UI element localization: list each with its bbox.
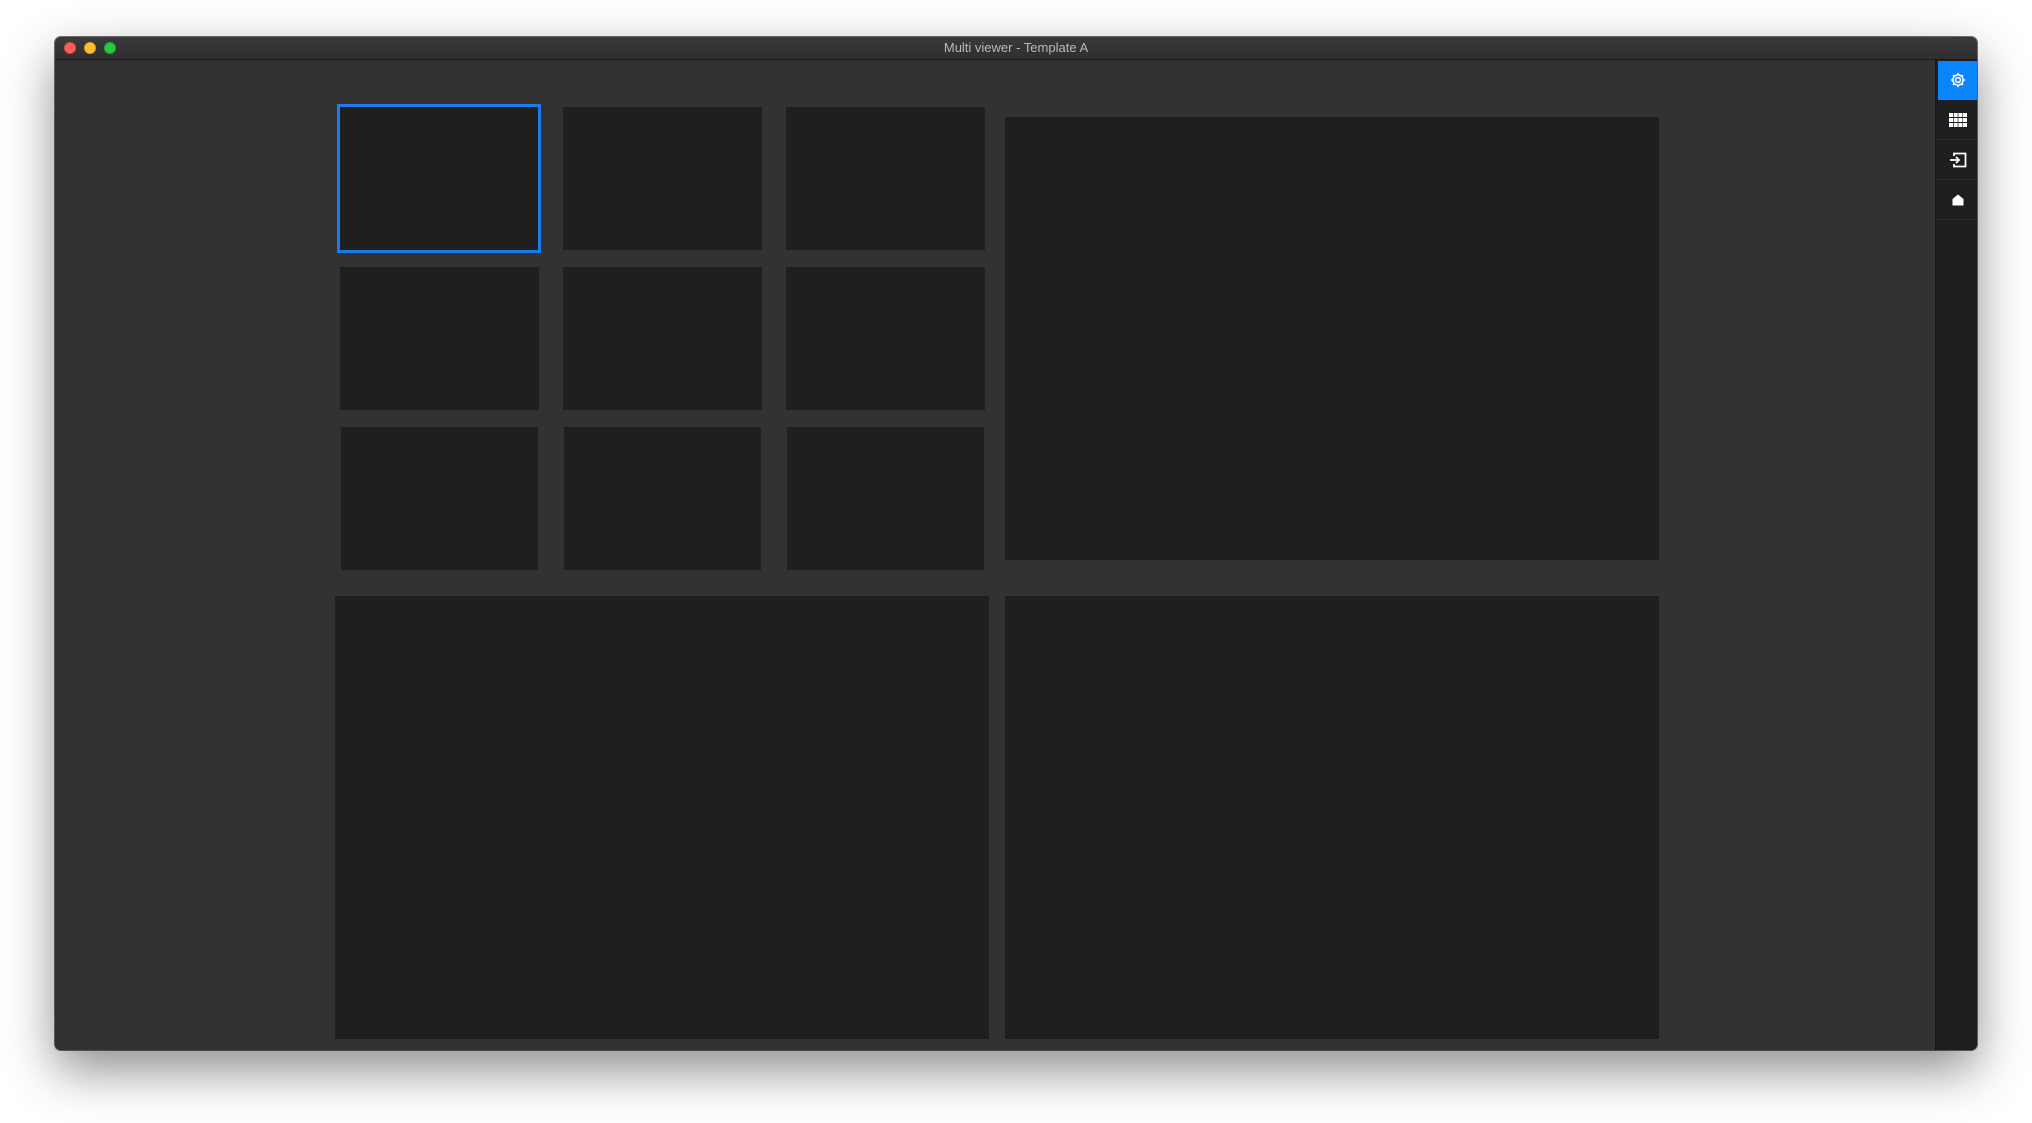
- viewer-tile-large-top-right[interactable]: [1005, 117, 1659, 560]
- viewer-tile-small-6[interactable]: [786, 267, 985, 410]
- layout-grid-button[interactable]: [1938, 101, 1977, 140]
- viewer-layout: [55, 60, 1938, 1050]
- window-title: Multi viewer - Template A: [943, 40, 1089, 55]
- viewer-tile-small-3[interactable]: [786, 107, 985, 250]
- input-source-button[interactable]: [1938, 141, 1977, 180]
- title-bar[interactable]: Multi viewer - Template A: [55, 37, 1977, 60]
- viewer-tile-small-8[interactable]: [564, 427, 761, 570]
- viewer-tile-large-bottom-right[interactable]: [1005, 596, 1659, 1039]
- app-window: Multi viewer - Template A: [55, 37, 1977, 1050]
- input-icon: [1949, 152, 1966, 168]
- viewer-tile-small-5[interactable]: [563, 267, 762, 410]
- viewer-tile-small-9[interactable]: [787, 427, 984, 570]
- viewer-tile-small-1[interactable]: [337, 104, 541, 253]
- home-button[interactable]: [1938, 181, 1977, 220]
- right-sidebar: [1935, 60, 1977, 1050]
- gear-icon: [1950, 72, 1965, 88]
- viewer-tile-small-2[interactable]: [563, 107, 762, 250]
- settings-button[interactable]: [1938, 61, 1977, 100]
- viewer-tile-small-7[interactable]: [341, 427, 538, 570]
- viewer-tile-small-4[interactable]: [340, 267, 539, 410]
- viewer-tile-large-bottom-left[interactable]: [335, 596, 989, 1039]
- grid-icon: [1948, 113, 1967, 127]
- home-icon: [1952, 194, 1963, 206]
